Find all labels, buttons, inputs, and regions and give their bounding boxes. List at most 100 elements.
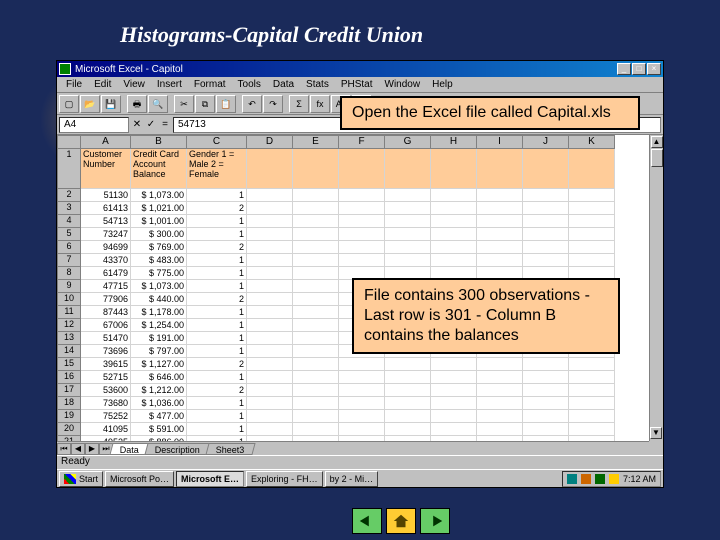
cell[interactable]: 41095 (81, 423, 131, 436)
menu-item-stats[interactable]: Stats (301, 79, 334, 90)
column-header-F[interactable]: F (339, 135, 385, 149)
menu-item-file[interactable]: File (61, 79, 87, 90)
cell[interactable] (293, 202, 339, 215)
cell[interactable] (385, 202, 431, 215)
cell[interactable] (569, 371, 615, 384)
cell[interactable] (431, 241, 477, 254)
column-header-C[interactable]: C (187, 135, 247, 149)
cell[interactable] (385, 384, 431, 397)
cell[interactable]: 1 (187, 423, 247, 436)
cell[interactable]: 77906 (81, 293, 131, 306)
cell[interactable]: $ 477.00 (131, 410, 187, 423)
cell[interactable]: 73247 (81, 228, 131, 241)
cell[interactable] (523, 215, 569, 228)
column-header-K[interactable]: K (569, 135, 615, 149)
cell[interactable]: 1 (187, 410, 247, 423)
cell[interactable] (385, 410, 431, 423)
cell[interactable] (523, 149, 569, 189)
cell[interactable]: 2 (187, 358, 247, 371)
cell[interactable] (339, 228, 385, 241)
column-header-E[interactable]: E (293, 135, 339, 149)
cell[interactable]: 1 (187, 306, 247, 319)
cell[interactable] (339, 241, 385, 254)
cell[interactable] (293, 215, 339, 228)
row-header[interactable]: 9 (57, 280, 81, 293)
cell[interactable] (569, 189, 615, 202)
cancel-icon[interactable]: ✕ (131, 119, 143, 130)
cell[interactable] (523, 397, 569, 410)
cell[interactable]: $ 1,178.00 (131, 306, 187, 319)
cell[interactable] (293, 410, 339, 423)
cell[interactable] (431, 228, 477, 241)
new-button[interactable]: ▢ (59, 95, 79, 113)
cell[interactable] (477, 202, 523, 215)
cell[interactable]: $ 1,001.00 (131, 215, 187, 228)
cell[interactable]: 1 (187, 280, 247, 293)
cell[interactable] (431, 215, 477, 228)
cell[interactable] (339, 371, 385, 384)
row-header[interactable]: 12 (57, 319, 81, 332)
cell[interactable] (431, 384, 477, 397)
cell[interactable] (569, 410, 615, 423)
scroll-down-button[interactable]: ▼ (650, 427, 662, 439)
save-button[interactable]: 💾 (101, 95, 121, 113)
cell[interactable] (569, 384, 615, 397)
cell[interactable] (477, 423, 523, 436)
column-header-D[interactable]: D (247, 135, 293, 149)
cell[interactable] (293, 397, 339, 410)
cell[interactable]: $ 1,021.00 (131, 202, 187, 215)
cell[interactable]: 1 (187, 267, 247, 280)
cell[interactable] (477, 397, 523, 410)
cell[interactable] (247, 319, 293, 332)
cell[interactable] (569, 202, 615, 215)
prev-slide-button[interactable] (352, 508, 382, 534)
cell[interactable] (293, 319, 339, 332)
home-slide-button[interactable] (386, 508, 416, 534)
cell[interactable] (247, 149, 293, 189)
cell[interactable]: 43370 (81, 254, 131, 267)
cell[interactable] (477, 189, 523, 202)
row-header[interactable]: 13 (57, 332, 81, 345)
scroll-up-button[interactable]: ▲ (651, 136, 663, 148)
close-button[interactable]: × (647, 63, 661, 75)
vertical-scrollbar[interactable]: ▲ ▼ (649, 135, 663, 441)
cell[interactable] (431, 397, 477, 410)
cell[interactable]: 53600 (81, 384, 131, 397)
cell[interactable] (477, 358, 523, 371)
cell[interactable] (247, 228, 293, 241)
row-header[interactable]: 5 (57, 228, 81, 241)
cell[interactable]: $ 1,073.00 (131, 189, 187, 202)
cell[interactable]: $ 646.00 (131, 371, 187, 384)
column-header-H[interactable]: H (431, 135, 477, 149)
cut-button[interactable]: ✂ (174, 95, 194, 113)
taskbar-button[interactable]: by 2 - Mi… (325, 471, 379, 487)
cell[interactable] (523, 241, 569, 254)
column-header-J[interactable]: J (523, 135, 569, 149)
cell[interactable]: 52715 (81, 371, 131, 384)
column-header-B[interactable]: B (131, 135, 187, 149)
cell[interactable]: Gender 1 = Male 2 = Female (187, 149, 247, 189)
taskbar-button[interactable]: Exploring - FH… (246, 471, 323, 487)
cell[interactable] (477, 384, 523, 397)
cell[interactable]: 1 (187, 397, 247, 410)
row-header[interactable]: 7 (57, 254, 81, 267)
cell[interactable] (247, 267, 293, 280)
preview-button[interactable]: 🔍 (148, 95, 168, 113)
cell[interactable]: $ 191.00 (131, 332, 187, 345)
tab-first-button[interactable]: ⏮ (57, 443, 71, 455)
row-header[interactable]: 18 (57, 397, 81, 410)
cell[interactable] (431, 358, 477, 371)
cell[interactable] (569, 423, 615, 436)
enter-icon[interactable]: ✓ (145, 119, 157, 130)
minimize-button[interactable]: _ (617, 63, 631, 75)
cell[interactable] (569, 149, 615, 189)
column-header-I[interactable]: I (477, 135, 523, 149)
tab-prev-button[interactable]: ◀ (71, 443, 85, 455)
menu-item-insert[interactable]: Insert (152, 79, 187, 90)
taskbar-button[interactable]: Microsoft E… (176, 471, 244, 487)
print-button[interactable]: 🖶 (127, 95, 147, 113)
cell[interactable] (247, 371, 293, 384)
menu-item-data[interactable]: Data (268, 79, 299, 90)
cell[interactable] (569, 254, 615, 267)
cell[interactable] (293, 423, 339, 436)
